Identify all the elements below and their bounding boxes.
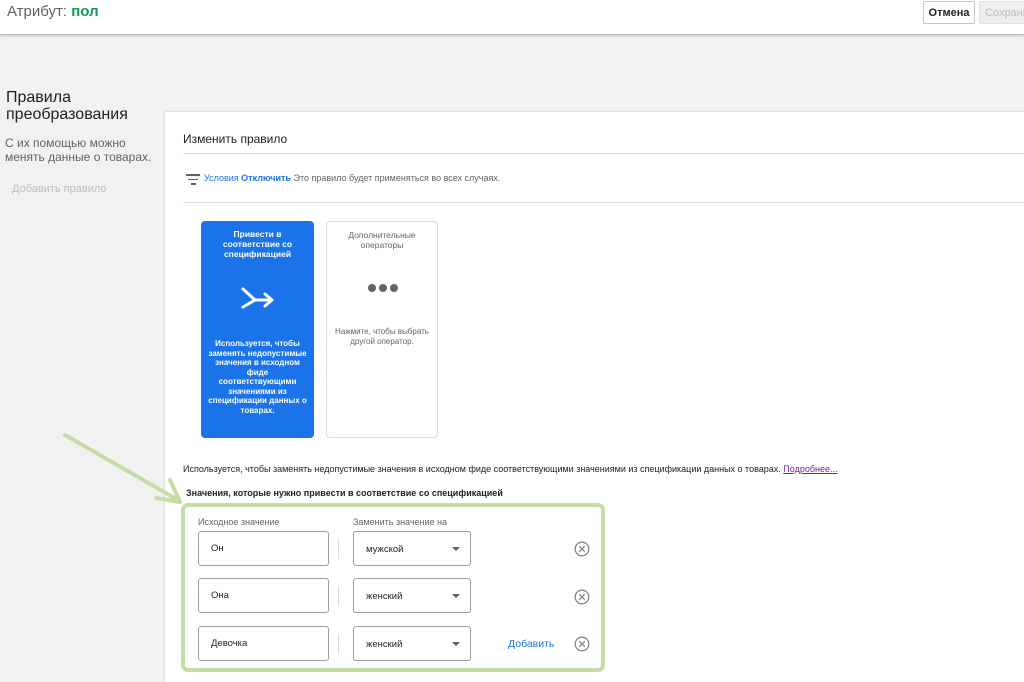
conditions-row: Условия Отключить Это правило будет прим… xyxy=(204,173,500,183)
cancel-button[interactable]: Отмена xyxy=(923,1,975,24)
divider xyxy=(338,539,339,559)
rule-description-text: Используется, чтобы заменять недопустимы… xyxy=(183,464,781,474)
remove-circle-icon[interactable] xyxy=(574,589,590,605)
divider xyxy=(183,153,1024,154)
operator-card-more[interactable]: Дополнительные операторы Нажмите, чтобы … xyxy=(326,221,438,438)
filter-icon xyxy=(186,174,200,185)
chevron-down-icon xyxy=(452,642,460,646)
source-value-input[interactable] xyxy=(198,626,329,661)
more-horiz-icon xyxy=(327,278,437,306)
chevron-down-icon xyxy=(452,547,460,551)
target-column-header: Заменить значение на xyxy=(353,517,448,527)
divider xyxy=(183,202,1024,203)
attribute-title: Атрибут: пол xyxy=(7,3,99,20)
save-button[interactable]: Сохранить xyxy=(979,1,1024,24)
divider xyxy=(338,586,339,606)
target-value-select[interactable]: женский xyxy=(353,578,471,613)
conditions-toggle[interactable]: Отключить xyxy=(241,173,291,183)
conditions-link[interactable]: Условия xyxy=(204,173,239,183)
add-value-button[interactable]: Добавить xyxy=(508,638,554,650)
target-value: женский xyxy=(366,639,403,650)
target-value: женский xyxy=(366,591,403,602)
chevron-down-icon xyxy=(452,594,460,598)
source-column-header: Исходное значение xyxy=(198,517,280,527)
rule-description: Используется, чтобы заменять недопустимы… xyxy=(183,464,837,474)
top-bar: Атрибут: пол Отмена Сохранить xyxy=(0,0,1024,35)
panel-title: Изменить правило xyxy=(183,132,288,146)
operator-card-description: Нажмите, чтобы выбрать другой оператор. xyxy=(335,327,429,346)
divider xyxy=(338,634,339,654)
target-value-select[interactable]: мужской xyxy=(353,531,471,566)
attribute-label: Атрибут: xyxy=(7,3,68,20)
sidebar-title: Правила преобразования xyxy=(6,89,128,123)
learn-more-link[interactable]: Подробнее... xyxy=(783,464,837,474)
target-value-select[interactable]: женский xyxy=(353,626,471,661)
operator-card-title: Дополнительные операторы xyxy=(348,230,416,250)
operator-card-title: Привести в соответствие со спецификацией xyxy=(222,229,293,259)
annotation-arrow-icon xyxy=(60,430,195,515)
section-title: Значения, которые нужно привести в соотв… xyxy=(186,488,503,498)
merge-arrow-icon xyxy=(201,283,314,311)
source-value-input[interactable] xyxy=(198,578,329,613)
remove-circle-icon[interactable] xyxy=(574,541,590,557)
attribute-value: пол xyxy=(71,3,99,20)
operator-card-conform[interactable]: Привести в соответствие со спецификацией… xyxy=(201,221,314,438)
source-value-input[interactable] xyxy=(198,531,329,566)
remove-circle-icon[interactable] xyxy=(574,636,590,652)
target-value: мужской xyxy=(366,544,404,555)
sidebar-description: С их помощью можно менять данные о товар… xyxy=(5,136,152,164)
conditions-text: Это правило будет применяться во всех сл… xyxy=(293,173,501,183)
add-rule-button[interactable]: Добавить правило xyxy=(12,183,107,195)
operator-card-description: Используется, чтобы заменять недопустимы… xyxy=(208,339,307,415)
